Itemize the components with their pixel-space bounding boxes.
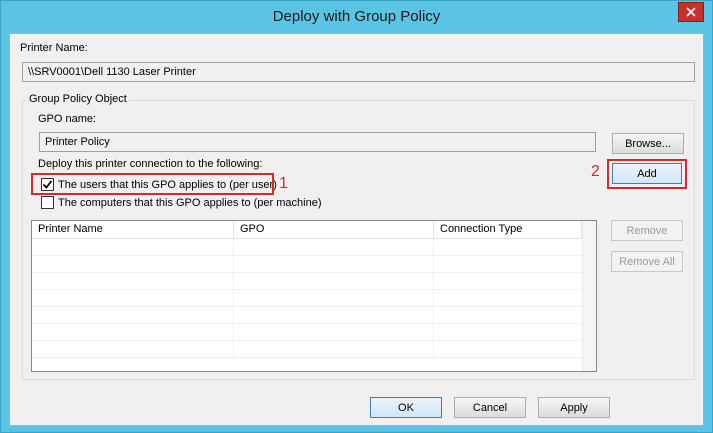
cancel-button[interactable]: Cancel <box>454 397 526 418</box>
browse-button[interactable]: Browse... <box>612 133 684 154</box>
list-row <box>32 307 582 324</box>
list-body <box>32 239 582 371</box>
list-row <box>32 341 582 358</box>
list-row <box>32 324 582 341</box>
list-row <box>32 239 582 256</box>
printer-name-label: Printer Name: <box>20 42 88 54</box>
apply-button[interactable]: Apply <box>538 397 610 418</box>
list-row <box>32 273 582 290</box>
printer-connections-list[interactable]: Printer Name GPO Connection Type <box>31 220 597 372</box>
group-policy-object-label: Group Policy Object <box>27 93 129 105</box>
dialog-client-area: Printer Name: \\SRV0001\Dell 1130 Laser … <box>9 33 704 426</box>
column-header-gpo[interactable]: GPO <box>234 221 434 238</box>
dialog-window: Deploy with Group Policy Printer Name: \… <box>0 0 713 433</box>
title-bar[interactable]: Deploy with Group Policy <box>1 1 712 33</box>
gpo-name-label: GPO name: <box>38 113 97 125</box>
remove-all-button[interactable]: Remove All <box>611 251 683 272</box>
per-machine-checkbox[interactable] <box>41 196 54 209</box>
column-header-connection-type[interactable]: Connection Type <box>434 221 582 238</box>
list-header: Printer Name GPO Connection Type <box>32 221 596 239</box>
deploy-label: Deploy this printer connection to the fo… <box>38 158 263 170</box>
annotation-highlight-1 <box>31 173 274 195</box>
gpo-name-field[interactable]: Printer Policy <box>39 132 596 152</box>
ok-button[interactable]: OK <box>370 397 442 418</box>
window-title: Deploy with Group Policy <box>272 8 441 25</box>
add-button[interactable]: Add <box>612 163 682 184</box>
list-scrollbar[interactable] <box>582 221 596 371</box>
list-row <box>32 290 582 307</box>
close-button[interactable] <box>678 2 704 22</box>
per-machine-label: The computers that this GPO applies to (… <box>58 196 322 209</box>
printer-name-field[interactable]: \\SRV0001\Dell 1130 Laser Printer <box>22 62 695 82</box>
remove-button[interactable]: Remove <box>611 220 683 241</box>
annotation-number-1: 1 <box>279 175 288 192</box>
list-row <box>32 256 582 273</box>
per-machine-checkbox-row[interactable]: The computers that this GPO applies to (… <box>41 196 322 209</box>
column-header-printer-name[interactable]: Printer Name <box>32 221 234 238</box>
annotation-number-2: 2 <box>591 163 600 180</box>
close-icon <box>686 7 696 17</box>
